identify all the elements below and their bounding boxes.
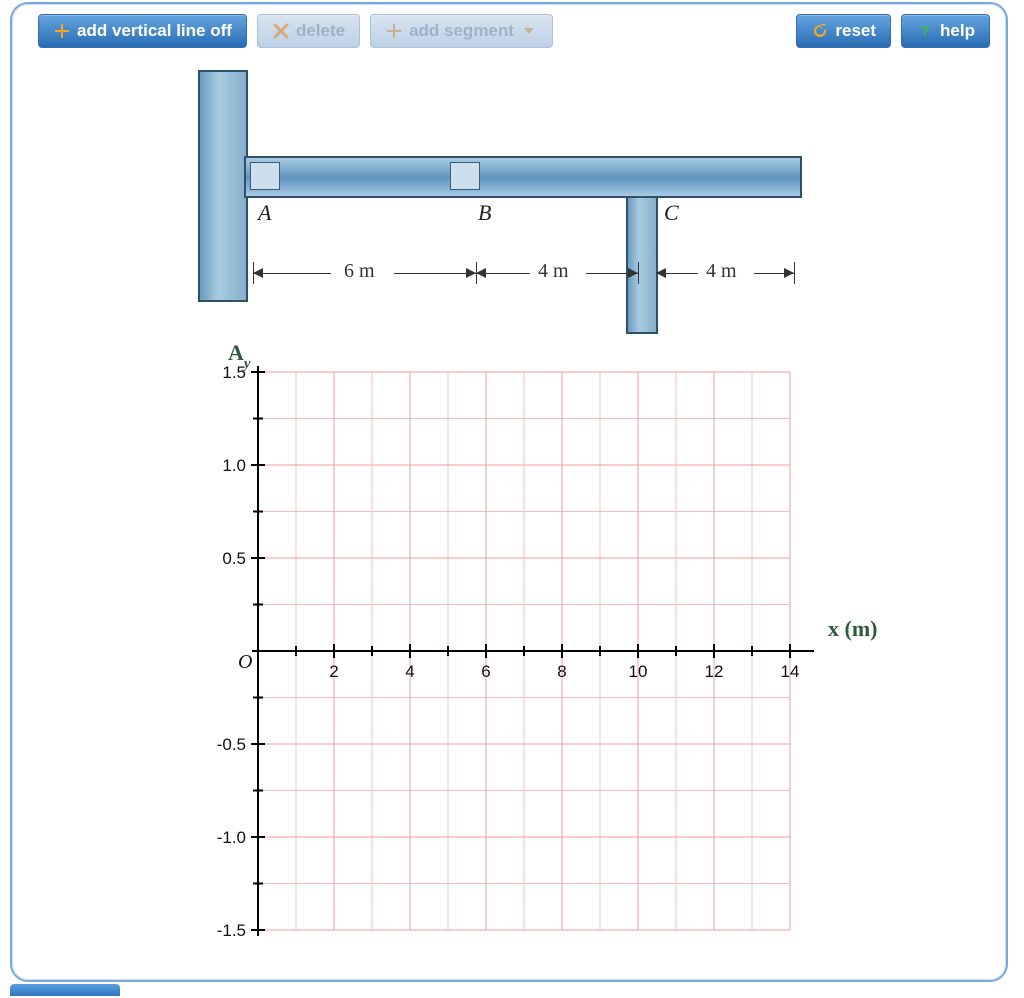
horizontal-beam	[244, 156, 802, 198]
support-column	[626, 196, 658, 334]
delete-label: delete	[296, 21, 345, 41]
dim-c-end: 4 m	[706, 260, 737, 283]
add-segment-label: add segment	[409, 21, 514, 41]
beam-diagram: A B C 6 m 4 m 4 m	[198, 70, 798, 330]
svg-text:4: 4	[405, 662, 414, 681]
add-segment-button[interactable]: add segment	[370, 14, 553, 48]
svg-text:0.5: 0.5	[222, 549, 246, 568]
fixed-wall	[198, 70, 248, 302]
add-vertical-line-button[interactable]: add vertical line off	[38, 14, 247, 48]
plus-icon	[53, 22, 71, 40]
svg-text:2: 2	[329, 662, 338, 681]
origin-label: O	[238, 651, 252, 673]
svg-text:10: 10	[629, 662, 648, 681]
svg-text:1.5: 1.5	[222, 363, 246, 382]
dim-bc: 4 m	[538, 260, 569, 283]
reset-label: reset	[835, 21, 876, 41]
x-axis-label: x (m)	[828, 616, 877, 641]
reset-icon	[811, 22, 829, 40]
plot-panel: add vertical line off delete add segment	[10, 2, 1008, 982]
point-c-label: C	[664, 200, 679, 226]
influence-line-plot[interactable]: Ay	[188, 340, 888, 960]
x-icon	[272, 22, 290, 40]
svg-text:14: 14	[781, 662, 800, 681]
svg-text:6: 6	[481, 662, 490, 681]
svg-text:-1.0: -1.0	[217, 828, 246, 847]
svg-text:8: 8	[557, 662, 566, 681]
toolbar: add vertical line off delete add segment	[38, 14, 990, 48]
help-button[interactable]: ? help	[901, 14, 990, 48]
plus-icon	[385, 22, 403, 40]
svg-text:12: 12	[705, 662, 724, 681]
dim-ab: 6 m	[344, 260, 375, 283]
question-icon: ?	[916, 22, 934, 40]
hinge-b	[450, 162, 480, 190]
reset-button[interactable]: reset	[796, 14, 891, 48]
point-b-label: B	[478, 200, 491, 226]
axes	[252, 366, 814, 936]
svg-text:-1.5: -1.5	[217, 921, 246, 940]
footer-button-partial[interactable]	[10, 984, 120, 996]
hinge-a	[250, 162, 280, 190]
svg-text:-0.5: -0.5	[217, 735, 246, 754]
svg-text:1.0: 1.0	[222, 456, 246, 475]
point-a-label: A	[258, 200, 271, 226]
chevron-down-icon	[520, 22, 538, 40]
help-label: help	[940, 21, 975, 41]
add-vertical-line-label: add vertical line off	[77, 21, 232, 41]
delete-button[interactable]: delete	[257, 14, 360, 48]
svg-text:?: ?	[920, 23, 929, 39]
